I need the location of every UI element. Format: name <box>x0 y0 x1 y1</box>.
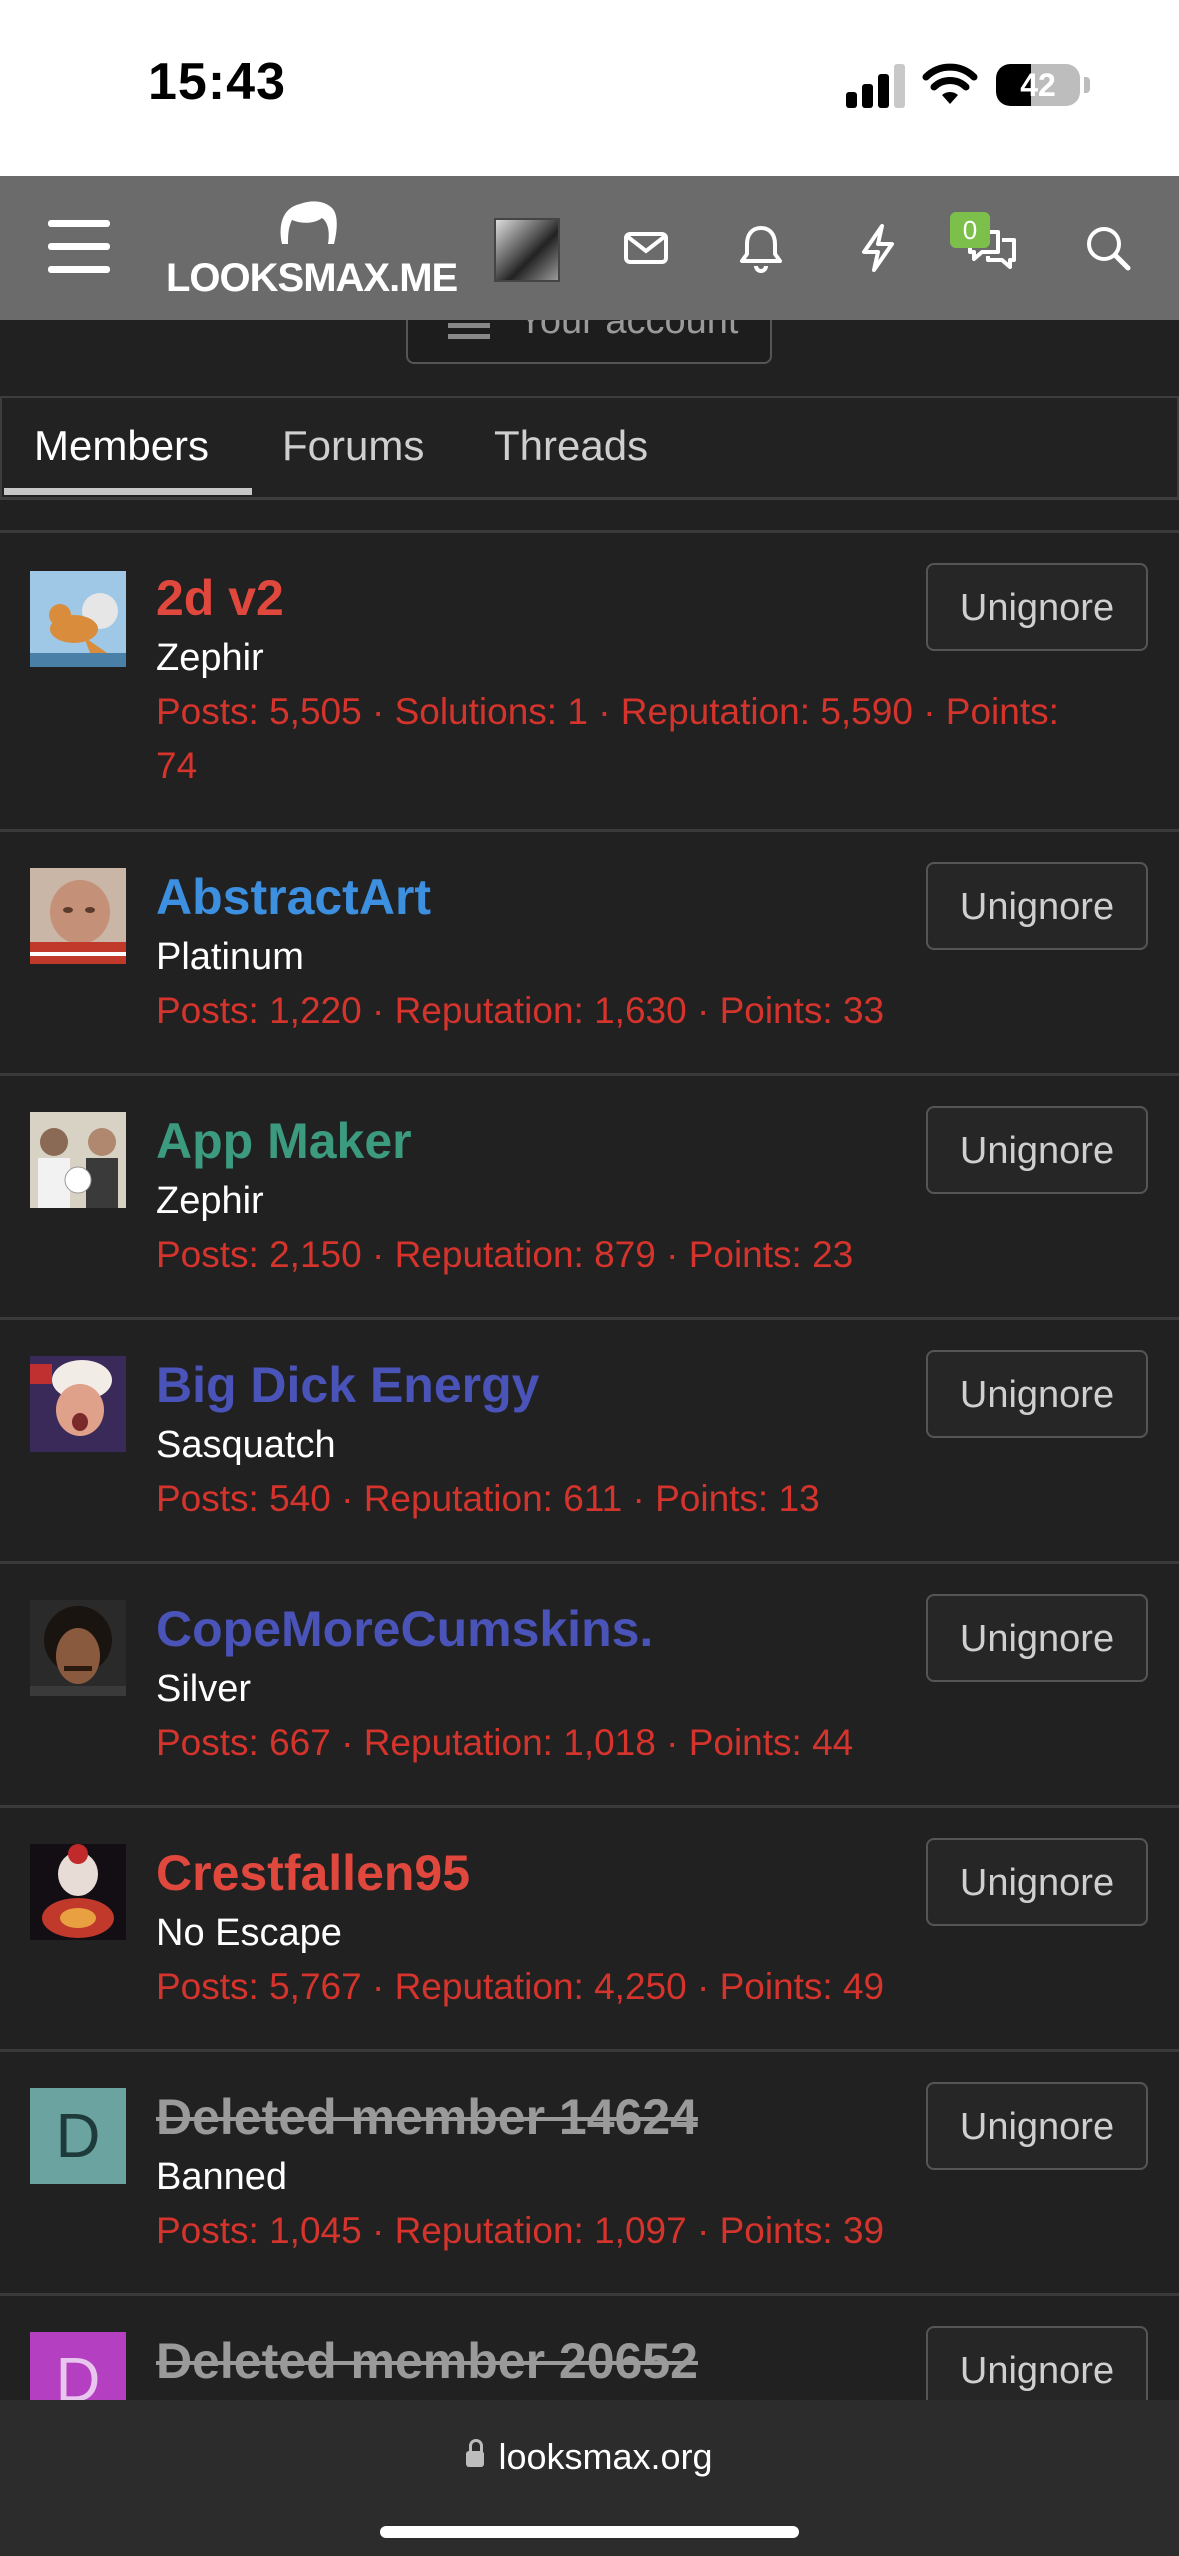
member-name[interactable]: AbstractArt <box>156 868 431 926</box>
battery-icon: 42 <box>996 64 1080 106</box>
active-tab-indicator <box>4 488 252 495</box>
member-title: Platinum <box>156 936 304 978</box>
member-name[interactable]: CopeMoreCumskins. <box>156 1600 653 1658</box>
unignore-button[interactable]: Unignore <box>926 1838 1148 1926</box>
home-indicator[interactable] <box>380 2526 799 2538</box>
url-display[interactable]: looksmax.org <box>0 2436 1179 2478</box>
member-name[interactable]: Deleted member 20652 <box>156 2332 698 2390</box>
member-stats: Posts: 5,767 · Reputation: 4,250 · Point… <box>156 1966 885 2007</box>
status-time: 15:43 <box>148 53 286 111</box>
member-name[interactable]: Deleted member 14624 <box>156 2088 698 2146</box>
member-title: Sasquatch <box>156 1424 336 1466</box>
list-item: AbstractArt Platinum Posts: 1,220 · Repu… <box>0 832 1179 1076</box>
list-item: Crestfallen95 No Escape Posts: 5,767 · R… <box>0 1808 1179 2052</box>
battery-cap <box>1084 77 1090 93</box>
member-name[interactable]: Big Dick Energy <box>156 1356 539 1414</box>
member-stats: Posts: 5,505 · Solutions: 1 · Reputation… <box>156 685 1116 793</box>
list-item: 2d v2 Zephir Posts: 5,505 · Solutions: 1… <box>0 533 1179 832</box>
tab-forums[interactable]: Forums <box>282 422 424 470</box>
battery-percent: 42 <box>1020 67 1056 103</box>
list-item: D Deleted member 14624 Banned Posts: 1,0… <box>0 2052 1179 2296</box>
unignore-button[interactable]: Unignore <box>926 1106 1148 1194</box>
member-title: Zephir <box>156 637 264 679</box>
member-avatar[interactable] <box>30 1356 126 1452</box>
site-header: LOOKSMAX.ME <box>0 176 1179 320</box>
list-item: App Maker Zephir Posts: 2,150 · Reputati… <box>0 1076 1179 1320</box>
member-stats: Posts: 540 · Reputation: 611 · Points: 1… <box>156 1478 820 1519</box>
member-name[interactable]: App Maker <box>156 1112 412 1170</box>
unignore-button[interactable]: Unignore <box>926 862 1148 950</box>
member-stats: Posts: 1,220 · Reputation: 1,630 · Point… <box>156 990 885 1031</box>
unignore-button[interactable]: Unignore <box>926 1594 1148 1682</box>
member-stats-line: Posts: 5,505 · Solutions: 1 · Reputation… <box>156 691 1059 732</box>
member-stats: Posts: 1,045 · Reputation: 1,097 · Point… <box>156 2210 885 2251</box>
logo-text: LOOKSMAX.ME <box>166 256 458 300</box>
search-icon[interactable] <box>1078 218 1138 278</box>
member-avatar[interactable] <box>30 1112 126 1208</box>
status-bar: 15:43 42 <box>0 0 1179 176</box>
browser-address-bar[interactable]: looksmax.org <box>0 2400 1179 2556</box>
ignored-tabs: Members Forums Threads <box>0 396 1179 500</box>
unignore-button[interactable]: Unignore <box>926 2082 1148 2170</box>
url-text: looksmax.org <box>498 2436 713 2477</box>
member-avatar[interactable] <box>30 1844 126 1940</box>
hamburger-menu-icon[interactable] <box>48 220 110 274</box>
member-stats: Posts: 2,150 · Reputation: 879 · Points:… <box>156 1234 854 1275</box>
member-avatar-letter[interactable]: D <box>30 2088 126 2184</box>
user-avatar[interactable] <box>494 218 560 282</box>
cellular-signal-icon <box>846 64 906 108</box>
member-title: Silver <box>156 1668 252 1710</box>
tab-members[interactable]: Members <box>34 422 209 470</box>
list-item: CopeMoreCumskins. Silver Posts: 667 · Re… <box>0 1564 1179 1808</box>
lock-icon <box>466 2439 485 2467</box>
unignore-button[interactable]: Unignore <box>926 1350 1148 1438</box>
member-stats: Posts: 667 · Reputation: 1,018 · Points:… <box>156 1722 854 1763</box>
list-item: Big Dick Energy Sasquatch Posts: 540 · R… <box>0 1320 1179 1564</box>
member-name[interactable]: Crestfallen95 <box>156 1844 470 1902</box>
inbox-envelope-icon[interactable] <box>616 218 676 278</box>
conversations-count-badge: 0 <box>950 212 990 248</box>
member-title: Banned <box>156 2156 288 2198</box>
bolt-icon[interactable] <box>848 218 908 278</box>
hair-logo-icon <box>280 201 337 244</box>
member-avatar[interactable] <box>30 1600 126 1696</box>
member-name[interactable]: 2d v2 <box>156 569 284 627</box>
wifi-icon <box>922 63 978 104</box>
member-title: Zephir <box>156 1180 264 1222</box>
site-logo[interactable]: LOOKSMAX.ME <box>166 198 458 306</box>
member-avatar[interactable] <box>30 868 126 964</box>
tab-threads[interactable]: Threads <box>494 422 648 470</box>
member-stats-line: 74 <box>156 745 198 786</box>
member-title: No Escape <box>156 1912 342 1954</box>
member-avatar[interactable] <box>30 571 126 667</box>
bell-icon[interactable] <box>731 218 791 278</box>
unignore-button[interactable]: Unignore <box>926 563 1148 651</box>
